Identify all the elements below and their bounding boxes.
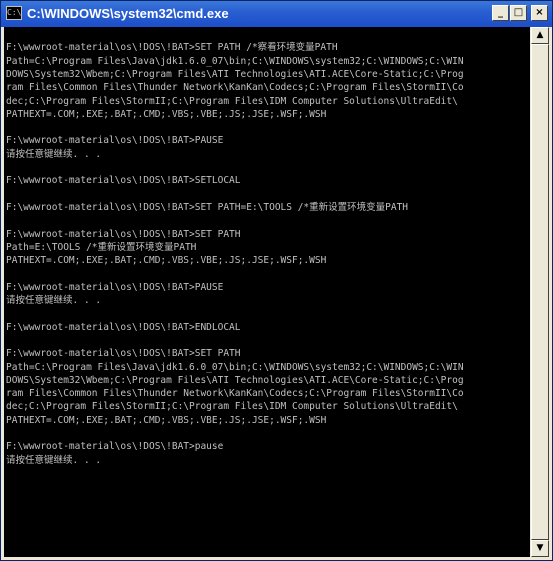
cmd-window: C:\ C:\WINDOWS\system32\cmd.exe _ □ × F:… — [0, 0, 553, 561]
console-line: F:\wwwroot-material\os\!DOS\!BAT>SET PAT… — [6, 201, 409, 213]
minimize-button[interactable]: _ — [492, 5, 509, 21]
console-line: dec;C:\Program Files\StormII;C:\Program … — [6, 401, 458, 413]
console-line: F:\wwwroot-material\os\!DOS\!BAT>PAUSE — [6, 135, 224, 147]
console-line: Path=E:\TOOLS /*重新设置环境变量PATH — [6, 241, 197, 253]
console-line: 请按任意键继续. . . — [6, 295, 102, 306]
close-button[interactable]: × — [531, 5, 548, 21]
console-line: F:\wwwroot-material\os\!DOS\!BAT>PAUSE — [6, 281, 224, 293]
console-line: F:\wwwroot-material\os\!DOS\!BAT>SET PAT… — [6, 228, 241, 240]
window-title: C:\WINDOWS\system32\cmd.exe — [27, 6, 229, 21]
console-line: ram Files\Common Files\Thunder Network\K… — [6, 82, 464, 94]
console-output[interactable]: F:\wwwroot-material\os\!DOS\!BAT>SET PAT… — [4, 27, 530, 557]
console-line: F:\wwwroot-material\os\!DOS\!BAT>ENDLOCA… — [6, 321, 241, 333]
console-line: 请按任意键继续. . . — [6, 454, 102, 466]
scroll-up-button[interactable]: ▲ — [531, 27, 549, 44]
console-line: dec;C:\Program Files\StormII;C:\Program … — [6, 95, 458, 107]
console-line: ram Files\Common Files\Thunder Network\K… — [6, 388, 464, 400]
console-line: PATHEXT=.COM;.EXE;.BAT;.CMD;.VBS;.VBE;.J… — [6, 108, 327, 120]
console-line: PATHEXT=.COM;.EXE;.BAT;.CMD;.VBS;.VBE;.J… — [6, 414, 327, 426]
title-bar[interactable]: C:\ C:\WINDOWS\system32\cmd.exe _ □ × — [1, 1, 552, 27]
scroll-down-button[interactable]: ▼ — [531, 540, 549, 557]
console-line: 请按任意键继续. . . — [6, 148, 102, 160]
cmd-icon[interactable]: C:\ — [6, 6, 22, 20]
console-line: PATHEXT=.COM;.EXE;.BAT;.CMD;.VBS;.VBE;.J… — [6, 255, 327, 267]
console-line: F:\wwwroot-material\os\!DOS\!BAT>SET PAT… — [6, 42, 338, 54]
console-line: DOWS\System32\Wbem;C:\Program Files\ATI … — [6, 374, 464, 386]
console-line: F:\wwwroot-material\os\!DOS\!BAT>pause — [6, 441, 224, 453]
console-line: Path=C:\Program Files\Java\jdk1.6.0_07\b… — [6, 55, 464, 67]
vertical-scrollbar[interactable]: ▲ ▼ — [531, 27, 549, 557]
scroll-thumb[interactable] — [531, 44, 549, 540]
console-line: Path=C:\Program Files\Java\jdk1.6.0_07\b… — [6, 361, 464, 373]
console-line: F:\wwwroot-material\os\!DOS\!BAT>SETLOCA… — [6, 175, 241, 187]
maximize-button[interactable]: □ — [510, 5, 527, 21]
console-line: F:\wwwroot-material\os\!DOS\!BAT>SET PAT… — [6, 348, 241, 360]
console-line: DOWS\System32\Wbem;C:\Program Files\ATI … — [6, 68, 464, 80]
